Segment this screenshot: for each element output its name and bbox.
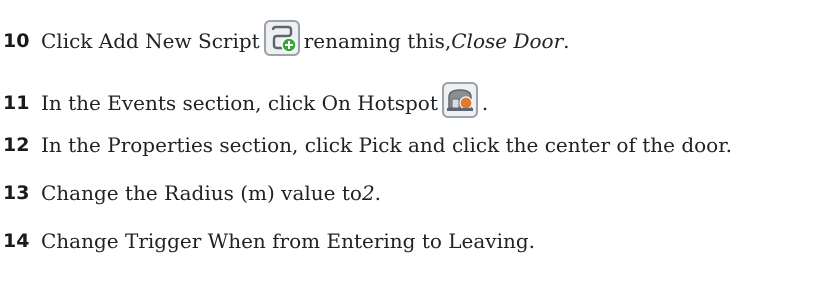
step-text-after: . <box>481 90 489 115</box>
step-12: 12 In the Properties section, click Pick… <box>0 133 732 157</box>
step-number: 13 <box>3 182 30 204</box>
step-10: 10 Click Add New Script renaming this, C… <box>0 20 569 61</box>
step-text: Change Trigger When from Entering to Lea… <box>41 229 536 253</box>
step-text: In the Events section, click On Hotspot … <box>41 82 488 123</box>
step-text-before: Change the Radius (m) value to <box>41 181 362 205</box>
step-text: Change the Radius (m) value to 2 . <box>41 181 381 205</box>
step-text-end: . <box>374 181 382 205</box>
step-text: Click Add New Script renaming this, Clos… <box>41 20 569 61</box>
step-number: 12 <box>3 134 30 156</box>
step-text-before: In the Events section, click On Hotspot <box>41 90 438 115</box>
add-script-icon <box>263 20 300 61</box>
step-text-after: renaming this, <box>303 28 452 53</box>
step-text-italic: Close Door <box>451 28 564 53</box>
step-text-end: . <box>563 28 570 53</box>
step-number: 10 <box>3 29 30 52</box>
step-11: 11 In the Events section, click On Hotsp… <box>0 82 488 123</box>
on-hotspot-icon <box>441 82 478 123</box>
step-text-before: Click Add New Script <box>41 28 260 53</box>
step-number: 14 <box>3 230 30 252</box>
step-14: 14 Change Trigger When from Entering to … <box>0 229 535 253</box>
step-13: 13 Change the Radius (m) value to 2 . <box>0 181 381 205</box>
step-text-italic: 2 <box>361 181 375 205</box>
step-number: 11 <box>3 91 30 114</box>
step-text: In the Properties section, click Pick an… <box>41 133 732 157</box>
